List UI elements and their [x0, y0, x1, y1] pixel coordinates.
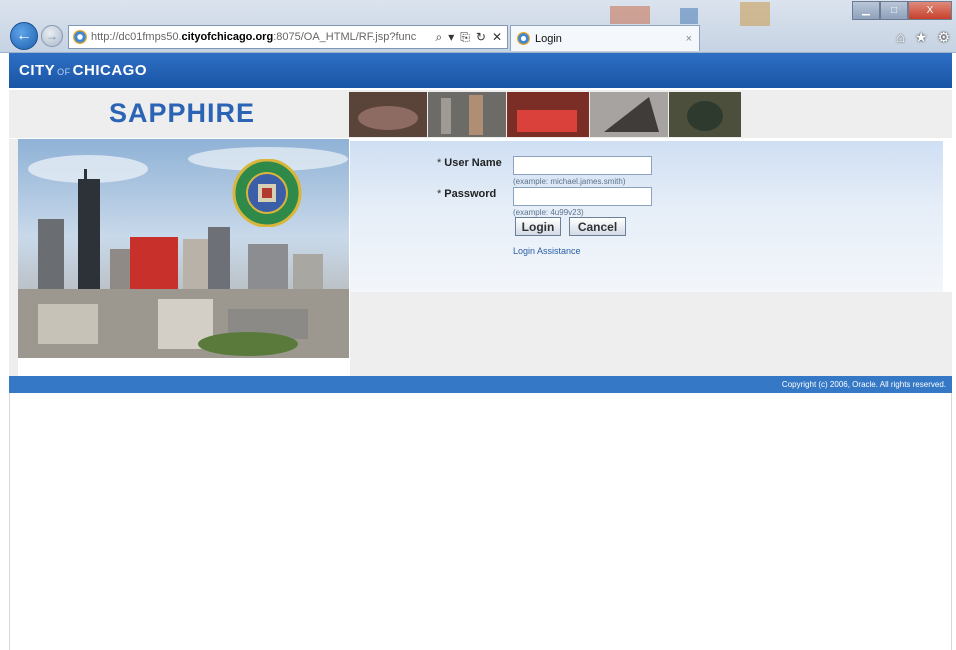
minimize-button[interactable]: ▁	[852, 1, 880, 20]
window-controls: ▁ □ X	[852, 1, 952, 20]
copyright-bar: Copyright (c) 2006, Oracle. All rights r…	[9, 376, 952, 393]
left-gutter	[9, 139, 18, 376]
tab-title: Login	[535, 32, 562, 45]
cancel-button[interactable]: Cancel	[569, 217, 626, 236]
tab-close-icon[interactable]: ×	[686, 33, 692, 45]
login-assistance-link[interactable]: Login Assistance	[513, 246, 581, 256]
username-hint: (example: michael.james.smith)	[513, 177, 626, 186]
refresh-icon[interactable]: ↻	[476, 30, 486, 45]
url-suffix: :8075/OA_HTML/RF.jsp?func	[273, 31, 417, 43]
username-label-text: User Name	[444, 157, 502, 169]
username-input[interactable]	[513, 156, 652, 175]
required-marker: *	[437, 188, 442, 200]
settings-gear-icon[interactable]: ⚙	[937, 29, 950, 46]
search-icon[interactable]: ⌕	[436, 30, 443, 45]
password-label: * Password	[437, 188, 496, 200]
tab-favicon-icon	[517, 32, 530, 45]
url-domain: cityofchicago.org	[181, 31, 274, 43]
password-input[interactable]	[513, 187, 652, 206]
browser-tab[interactable]: Login ×	[510, 25, 700, 51]
favorites-star-icon[interactable]: ★	[915, 29, 928, 46]
banner-photo-strip	[349, 92, 741, 137]
address-tools: ⌕ ▾ ⎘ ↻ ✕	[436, 30, 508, 45]
window-close-button[interactable]: X	[908, 1, 952, 20]
forward-button[interactable]: →	[41, 25, 63, 47]
app-banner: SAPPHIRE	[9, 90, 952, 138]
app-title: SAPPHIRE	[109, 98, 256, 128]
maximize-button[interactable]: □	[880, 1, 908, 20]
required-marker: *	[437, 157, 442, 169]
city-seal-icon	[232, 159, 302, 227]
stop-icon[interactable]: ✕	[492, 30, 502, 45]
city-of-chicago-logo: CITY OF CHICAGO	[19, 62, 148, 79]
address-bar[interactable]: http://dc01fmps50.cityofchicago.org:8075…	[68, 25, 508, 49]
page-content-area	[9, 393, 952, 650]
username-label: * User Name	[437, 157, 502, 169]
home-icon[interactable]: ⌂	[896, 29, 904, 46]
browser-toolbar-icons: ⌂ ★ ⚙	[896, 29, 950, 46]
back-button[interactable]: ←	[10, 22, 38, 50]
browser-chrome: ▁ □ X ← → http://dc01fmps50.cityofchicag…	[0, 0, 956, 53]
chicago-skyline-image	[18, 139, 349, 358]
panel-lower-area	[350, 292, 952, 376]
url-prefix: http://dc01fmps50.	[91, 31, 182, 43]
password-label-text: Password	[444, 188, 497, 200]
address-url[interactable]: http://dc01fmps50.cityofchicago.org:8075…	[91, 31, 436, 43]
password-hint: (example: 4u99v23)	[513, 208, 584, 217]
city-header-bar: CITY OF CHICAGO	[9, 53, 952, 88]
login-button[interactable]: Login	[515, 217, 561, 236]
ie-page-icon	[73, 30, 87, 44]
compatibility-icon[interactable]: ⎘	[460, 30, 470, 45]
dropdown-icon[interactable]: ▾	[448, 30, 454, 45]
copyright-text: Copyright (c) 2006, Oracle. All rights r…	[781, 380, 946, 389]
